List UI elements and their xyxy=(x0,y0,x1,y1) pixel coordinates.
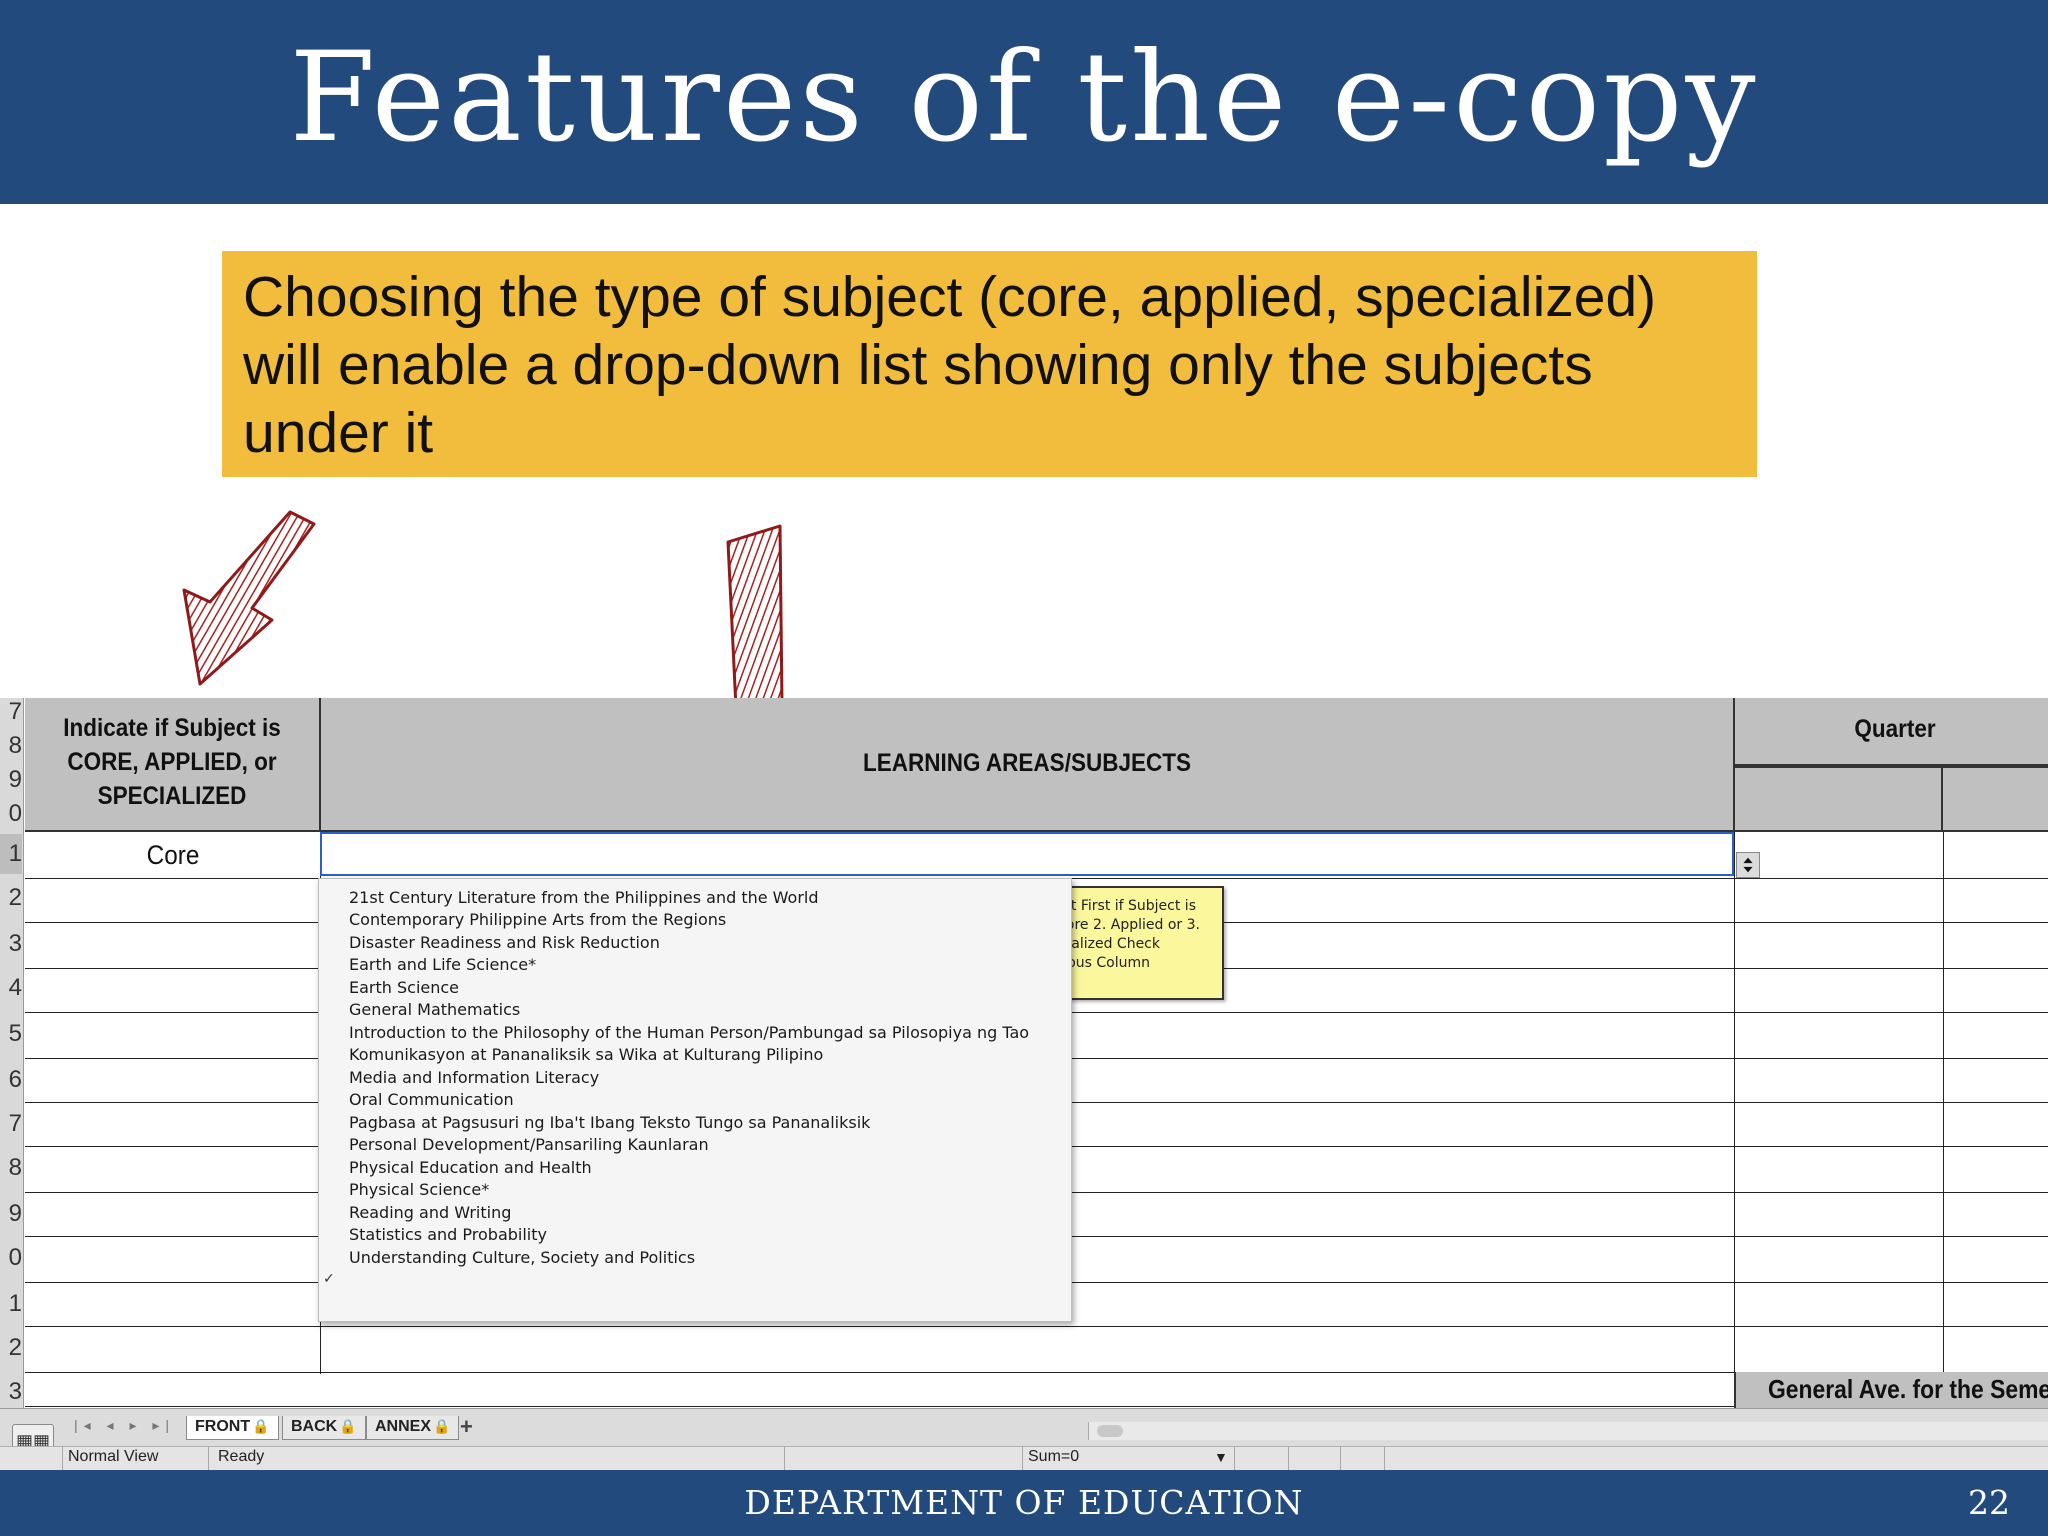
grid-line xyxy=(1734,832,1735,1374)
general-average-cell[interactable]: General Ave. for the Semester xyxy=(1734,1372,2048,1408)
row-number[interactable]: 3 xyxy=(0,1378,22,1408)
dropdown-item[interactable]: Oral Communication xyxy=(349,1090,514,1109)
dropdown-item[interactable]: Personal Development/Pansariling Kaunlar… xyxy=(349,1135,709,1154)
status-bar xyxy=(0,1446,2048,1470)
grid-line xyxy=(25,1326,2048,1327)
lock-icon: 🔒 xyxy=(339,1418,357,1434)
footer-department: DEPARTMENT OF EDUCATION xyxy=(744,1483,1304,1522)
dropdown-item[interactable]: Earth Science xyxy=(349,978,459,997)
callout-box: Choosing the type of subject (core, appl… xyxy=(222,251,1757,477)
dropdown-item[interactable]: Earth and Life Science* xyxy=(349,955,536,974)
row-number[interactable]: 1 xyxy=(0,1290,22,1320)
status-sum[interactable]: Sum=0 xyxy=(1028,1448,1079,1466)
note-line: ous Column xyxy=(1068,955,1150,971)
grid-line xyxy=(1943,832,1944,1374)
quarter-subcell-2[interactable] xyxy=(1943,766,2048,832)
status-divider xyxy=(1384,1446,1385,1470)
slide-title: Features of the e-copy xyxy=(289,26,1759,170)
tab-label: BACK xyxy=(291,1418,338,1435)
lock-icon: 🔒 xyxy=(433,1418,451,1434)
status-divider xyxy=(62,1446,63,1470)
status-divider xyxy=(784,1446,785,1470)
dropdown-item[interactable]: General Mathematics xyxy=(349,1000,520,1019)
row-number[interactable]: 7 xyxy=(0,698,22,728)
row-number[interactable]: 2 xyxy=(0,884,22,914)
input-message-note: ct First if Subject is ore 2. Applied or… xyxy=(1068,886,1224,1000)
tab-back[interactable]: BACK 🔒 xyxy=(282,1416,366,1440)
row-number[interactable]: 0 xyxy=(0,1244,22,1274)
row-number[interactable]: 1 xyxy=(0,834,22,874)
tab-front[interactable]: FRONT 🔒 xyxy=(186,1416,279,1440)
status-divider xyxy=(1288,1446,1289,1470)
quarter-subcell-1[interactable] xyxy=(1735,766,1943,832)
dropdown-item[interactable]: 21st Century Literature from the Philipp… xyxy=(349,888,819,907)
sum-dropdown-icon[interactable]: ▼ xyxy=(1214,1449,1228,1465)
status-divider xyxy=(1022,1446,1023,1470)
subject-type-cell[interactable]: Core xyxy=(40,840,306,871)
lock-icon: 🔒 xyxy=(252,1418,270,1434)
note-line: ore 2. Applied or 3. xyxy=(1068,917,1200,933)
row-number[interactable]: 8 xyxy=(0,1154,22,1184)
dropdown-item[interactable]: Statistics and Probability xyxy=(349,1225,547,1244)
status-divider xyxy=(1234,1446,1235,1470)
status-divider xyxy=(208,1446,209,1470)
horizontal-scrollbar[interactable] xyxy=(1088,1422,2048,1440)
row-number[interactable]: 4 xyxy=(0,974,22,1004)
sheet-nav-arrows[interactable]: |◂ ◂ ▸ ▸| xyxy=(74,1417,175,1434)
header-type-cell[interactable]: Indicate if Subject is CORE, APPLIED, or… xyxy=(25,698,321,832)
view-mode-label[interactable]: Normal View xyxy=(68,1448,158,1466)
dropdown-item[interactable]: Komunikasyon at Pananaliksik sa Wika at … xyxy=(349,1045,823,1064)
note-line: ialized Check xyxy=(1068,936,1160,952)
dropdown-item[interactable]: Contemporary Philippine Arts from the Re… xyxy=(349,910,726,929)
dropdown-stepper-icon[interactable] xyxy=(1736,852,1760,878)
header-type-line: Indicate if Subject is xyxy=(63,714,281,742)
general-average-label: General Ave. for the Semester xyxy=(1768,1374,2048,1404)
header-quarter-label: Quarter xyxy=(1854,715,1936,743)
spreadsheet: 7 8 9 0 1 2 3 4 5 6 7 8 9 0 1 2 3 Indica… xyxy=(0,698,2048,1408)
add-sheet-button[interactable]: + xyxy=(460,1414,473,1440)
status-ready: Ready xyxy=(218,1448,265,1465)
dropdown-item[interactable]: Reading and Writing xyxy=(349,1203,511,1222)
row-number[interactable]: 0 xyxy=(0,800,22,830)
status-divider xyxy=(1340,1446,1341,1470)
scrollbar-thumb[interactable] xyxy=(1097,1425,1123,1437)
dropdown-item[interactable]: Physical Education and Health xyxy=(349,1158,592,1177)
slide-header: Features of the e-copy xyxy=(0,0,2048,204)
subject-active-cell[interactable] xyxy=(320,832,1734,876)
subject-dropdown-list[interactable]: 21st Century Literature from the Philipp… xyxy=(318,878,1072,1322)
tab-annex[interactable]: ANNEX 🔒 xyxy=(366,1416,460,1440)
dropdown-blank-item-check-icon[interactable]: ✓ xyxy=(323,1271,335,1287)
header-type-line: CORE, APPLIED, or xyxy=(67,748,277,776)
dropdown-item[interactable]: Disaster Readiness and Risk Reduction xyxy=(349,933,660,952)
dropdown-item[interactable]: Understanding Culture, Society and Polit… xyxy=(349,1248,695,1267)
dropdown-item[interactable]: Physical Science* xyxy=(349,1180,489,1199)
row-number[interactable]: 8 xyxy=(0,732,22,762)
row-number[interactable]: 3 xyxy=(0,930,22,960)
tab-label: ANNEX xyxy=(375,1418,432,1435)
header-subjects-label: LEARNING AREAS/SUBJECTS xyxy=(863,749,1191,777)
dropdown-item[interactable]: Introduction to the Philosophy of the Hu… xyxy=(349,1023,1029,1042)
row-number[interactable]: 6 xyxy=(0,1066,22,1096)
tab-label: FRONT xyxy=(195,1418,251,1435)
header-type-line: SPECIALIZED xyxy=(97,782,247,810)
note-line: ct First if Subject is xyxy=(1068,898,1196,914)
row-number[interactable]: 7 xyxy=(0,1110,22,1140)
row-number[interactable]: 5 xyxy=(0,1020,22,1050)
header-subjects-cell[interactable]: LEARNING AREAS/SUBJECTS xyxy=(321,698,1735,832)
dropdown-item[interactable]: Media and Information Literacy xyxy=(349,1068,599,1087)
diagonal-arrow-icon xyxy=(182,510,316,686)
row-number[interactable]: 2 xyxy=(0,1334,22,1364)
callout-text: Choosing the type of subject (core, appl… xyxy=(243,265,1657,465)
slide-page-number: 22 xyxy=(1968,1483,2010,1522)
header-quarter-cell[interactable]: Quarter xyxy=(1735,698,2048,766)
row-number[interactable]: 9 xyxy=(0,766,22,796)
row-number[interactable]: 9 xyxy=(0,1200,22,1230)
dropdown-item[interactable]: Pagbasa at Pagsusuri ng Iba't Ibang Teks… xyxy=(349,1113,870,1132)
row-header-column: 7 8 9 0 1 2 3 4 5 6 7 8 9 0 1 2 3 xyxy=(0,698,24,1408)
